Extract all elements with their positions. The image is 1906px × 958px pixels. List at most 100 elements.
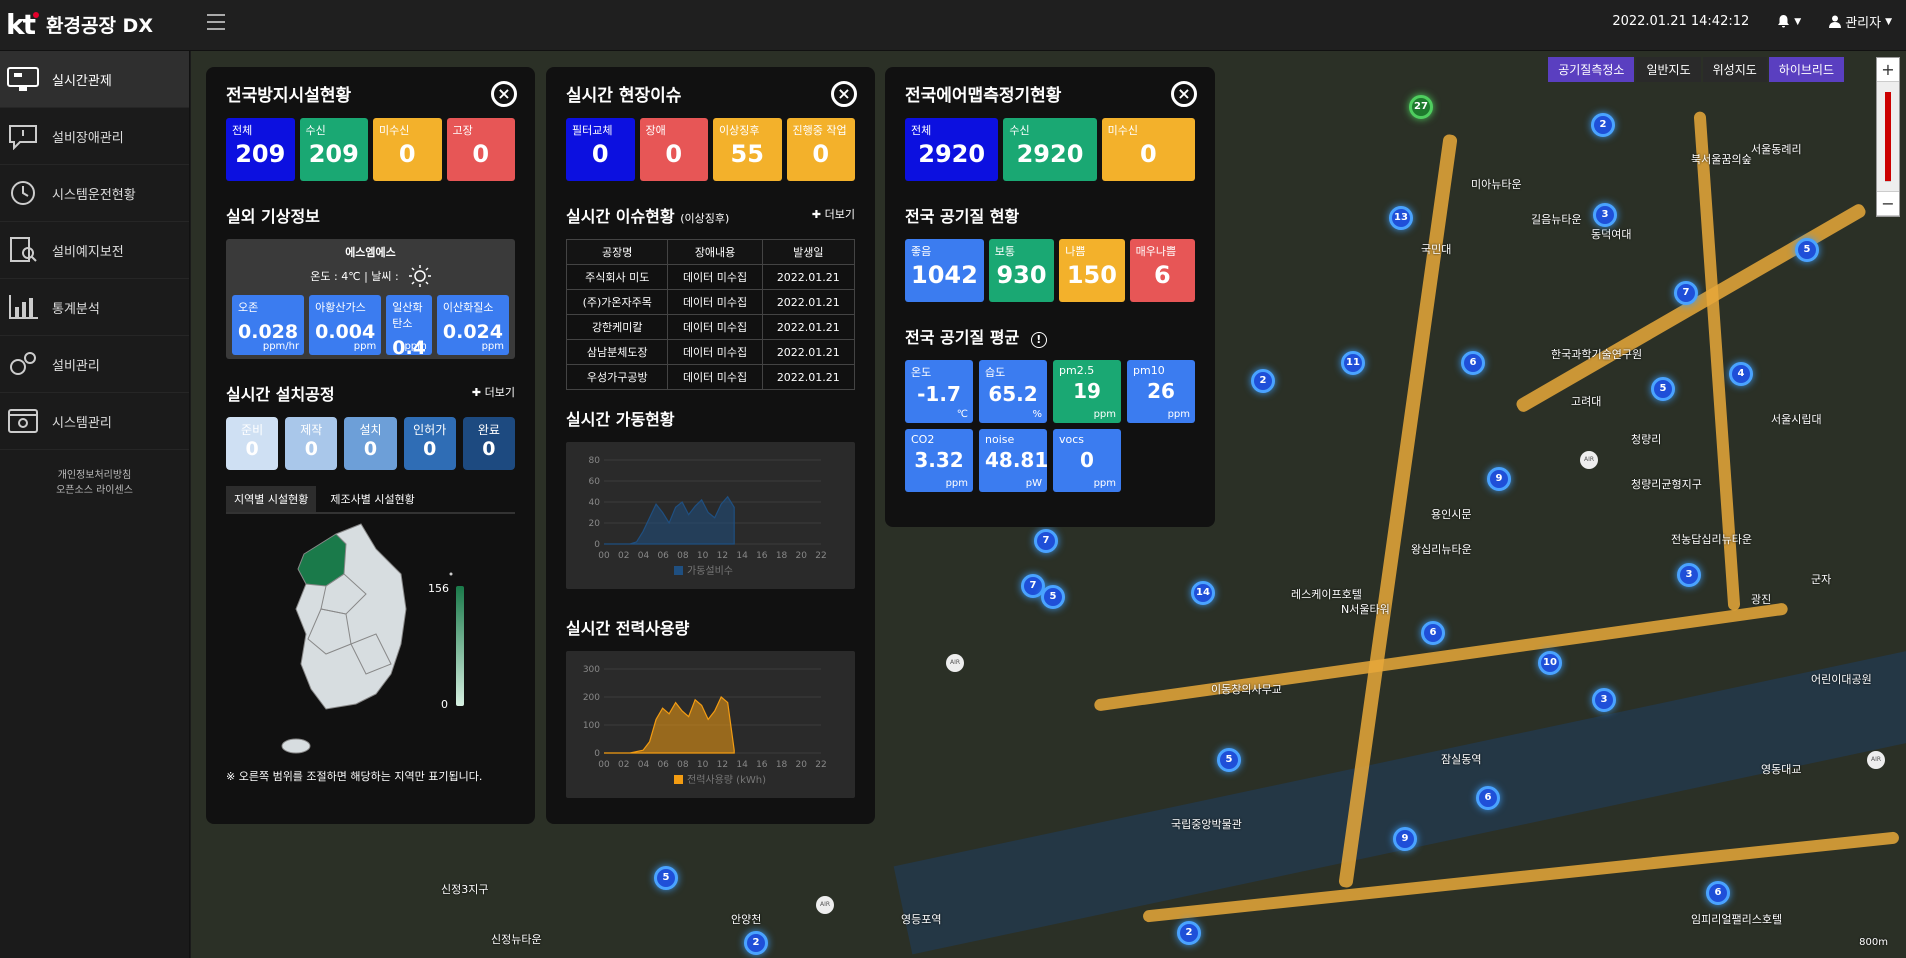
- series-area: [604, 495, 735, 545]
- zoom-in-button[interactable]: +: [1877, 58, 1899, 82]
- panel-title: 전국방지시설현황: [226, 86, 352, 106]
- weather-so2: 아황산가스 0.004 ppm: [309, 295, 382, 355]
- sidebar-item-predictive-maintenance[interactable]: 설비예지보전: [0, 222, 189, 279]
- opensource-license-link[interactable]: 오픈소스 라이센스: [0, 483, 189, 498]
- ops-chart-svg: 0 20 40 60 80 00 02 04 06 08 10 12 14 16 18 20 22 가동설비수: [589, 456, 827, 577]
- stage-complete[interactable]: 완료 0: [462, 417, 516, 470]
- kpi-value: 0.024: [442, 321, 503, 343]
- table-row[interactable]: 강한케미칼 데이터 미수집 2022.01.21: [565, 314, 856, 340]
- kpi-unit: %: [1032, 409, 1042, 420]
- air-sensor-marker[interactable]: AIR: [1580, 451, 1598, 469]
- air-sensor-marker[interactable]: AIR: [816, 896, 834, 914]
- user-menu[interactable]: 관리자 ▼: [1829, 12, 1892, 31]
- aq-good[interactable]: 좋음 1042: [905, 239, 984, 302]
- kpi-unit: ℃: [956, 409, 968, 420]
- kpi-value: 65.2: [988, 382, 1038, 406]
- legend-range-slider[interactable]: [456, 586, 464, 706]
- close-icon[interactable]: ×: [831, 81, 857, 107]
- kpi-anomaly[interactable]: 이상징후 55: [713, 118, 782, 181]
- menu-toggle-icon[interactable]: [207, 14, 225, 30]
- more-button[interactable]: ✚ 더보기: [812, 206, 855, 222]
- kpi-label: 보통: [994, 245, 1016, 258]
- map-type-air-station[interactable]: 공기질측정소: [1548, 57, 1635, 82]
- kpi-fault[interactable]: 고장 0: [446, 118, 515, 181]
- avg-pm25: pm2.5 19 ppm: [1053, 360, 1121, 423]
- avg-title: 전국 공기질 평균: [905, 328, 1020, 347]
- sidebar-item-label: 시스템운전현황: [52, 187, 136, 203]
- sidebar-item-system-operation[interactable]: 시스템운전현황: [0, 165, 189, 222]
- kpi-label: 이산화질소: [442, 301, 494, 314]
- stage-permit[interactable]: 인허가 0: [403, 417, 456, 470]
- map-type-normal[interactable]: 일반지도: [1636, 57, 1701, 82]
- sidebar-item-fault-management[interactable]: 설비장애관리: [0, 108, 189, 165]
- tab-region[interactable]: 지역별 시설현황: [226, 486, 317, 512]
- kpi-value: 0: [1080, 448, 1094, 472]
- sidebar-item-statistics[interactable]: 통계분석: [0, 279, 189, 336]
- kpi-unit: ppm: [945, 478, 968, 489]
- facility-status-panel: 전국방지시설현황 × 전체 209 수신 209 미수신 0 고장 0 실외 기상정보 …: [206, 67, 535, 824]
- stage-prepare[interactable]: 준비 0: [226, 417, 279, 470]
- map-type-satellite[interactable]: 위성지도: [1702, 57, 1767, 82]
- kpi-filter-replace[interactable]: 필터교체 0: [566, 118, 635, 181]
- x-tick-label: 14: [736, 551, 748, 561]
- kpi-value: 209: [308, 140, 359, 168]
- table-row[interactable]: 주식회사 미도 데이터 미수집 2022.01.21: [565, 264, 856, 290]
- privacy-policy-link[interactable]: 개인정보처리방침: [0, 468, 189, 483]
- airmap-status-panel: 전국에어맵측정기현황 × 전체 2920 수신 2920 미수신 0 전국 공기질 현…: [885, 67, 1215, 527]
- sidebar-item-system-admin[interactable]: 시스템관리: [0, 393, 189, 450]
- table-row[interactable]: (주)가온자주목 데이터 미수집 2022.01.21: [565, 289, 856, 315]
- kpi-total[interactable]: 전체 209: [226, 118, 295, 181]
- table-row[interactable]: 우성가구공방 데이터 미수집 2022.01.21: [565, 364, 856, 390]
- power-title: 실시간 전력사용량: [566, 619, 690, 638]
- issue-table: 공장명 장애내용 발생일 주식회사 미도 데이터 미수집 2022.01.21 (주…: [565, 239, 856, 390]
- app-logo[interactable]: kt 환경공장 DX: [6, 8, 153, 41]
- sidebar-item-label: 통계분석: [52, 301, 100, 317]
- more-label: 더보기: [484, 386, 515, 399]
- sidebar-item-equipment[interactable]: 설비관리: [0, 336, 189, 393]
- kpi-not-received[interactable]: 미수신 0: [373, 118, 442, 181]
- kpi-total[interactable]: 전체 2920: [905, 118, 999, 181]
- stage-value: 0: [304, 438, 318, 460]
- stage-manufacture[interactable]: 제작 0: [285, 417, 338, 470]
- korea-region-map[interactable]: [226, 514, 515, 764]
- more-button[interactable]: ✚ 더보기: [472, 384, 515, 400]
- kpi-fault[interactable]: 장애 0: [639, 118, 708, 181]
- aq-very-bad[interactable]: 매우나쁨 6: [1129, 239, 1196, 302]
- aq-bad[interactable]: 나쁨 150: [1059, 239, 1125, 302]
- panel-title: 전국에어맵측정기현황: [905, 86, 1062, 106]
- settings-window-icon: [6, 407, 40, 435]
- zoom-slider[interactable]: [1877, 82, 1899, 192]
- air-sensor-marker[interactable]: AIR: [1867, 751, 1885, 769]
- kpi-not-received[interactable]: 미수신 0: [1101, 118, 1195, 181]
- zoom-out-button[interactable]: −: [1877, 192, 1899, 216]
- more-label: 더보기: [824, 208, 855, 221]
- air-sensor-marker[interactable]: AIR: [946, 654, 964, 672]
- kpi-received[interactable]: 수신 2920: [1003, 118, 1097, 181]
- sidebar-item-realtime-monitoring[interactable]: 실시간관제: [0, 51, 189, 108]
- avg-section: 전국 공기질 평균 !: [905, 324, 1195, 348]
- stage-install[interactable]: 설치 0: [344, 417, 397, 470]
- kpi-received[interactable]: 수신 209: [299, 118, 368, 181]
- close-icon[interactable]: ×: [491, 81, 517, 107]
- kpi-value: -1.7: [917, 382, 961, 406]
- kpi-value: 0.004: [315, 321, 376, 343]
- kpi-in-progress[interactable]: 진행중 작업 0: [786, 118, 855, 181]
- notification-button[interactable]: ▼: [1777, 14, 1801, 29]
- legend-swatch: [674, 566, 683, 575]
- tab-manufacturer[interactable]: 제조사별 시설현황: [322, 486, 422, 512]
- kpi-unit: ppm: [353, 341, 377, 352]
- close-icon[interactable]: ×: [1171, 81, 1197, 107]
- map-road: [1514, 201, 1868, 415]
- map-type-hybrid[interactable]: 하이브리드: [1768, 57, 1844, 82]
- kpi-label: 미수신: [1107, 124, 1139, 137]
- info-icon[interactable]: !: [1030, 332, 1047, 348]
- avg-vocs: vocs 0 ppm: [1053, 429, 1121, 492]
- table-row[interactable]: 삼남분체도장 데이터 미수집 2022.01.21: [565, 339, 856, 365]
- occurred-date: 2022.01.21: [761, 289, 856, 315]
- factory-name: 주식회사 미도: [565, 264, 669, 290]
- avg-temperature: 온도 -1.7 ℃: [905, 360, 973, 423]
- kpi-label: 좋음: [911, 245, 932, 258]
- kpi-label: 진행중 작업: [792, 124, 847, 137]
- aq-normal[interactable]: 보통 930: [988, 239, 1055, 302]
- kpi-value: 209: [235, 140, 286, 168]
